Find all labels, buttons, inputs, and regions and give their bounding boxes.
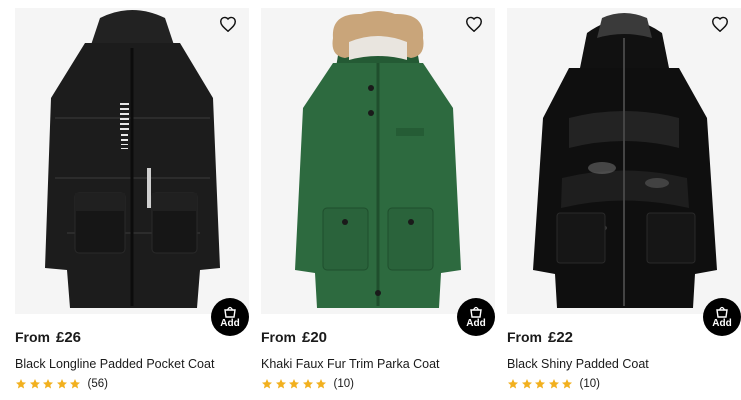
product-title[interactable]: Black Longline Padded Pocket Coat — [15, 357, 214, 371]
star-icon — [289, 379, 299, 389]
review-count[interactable]: (56) — [88, 378, 108, 390]
star-icon — [29, 379, 40, 389]
star-icon — [548, 379, 559, 389]
price-prefix: From — [15, 329, 50, 345]
shopping-bag-icon — [716, 306, 728, 318]
shopping-bag-icon — [470, 306, 482, 318]
price-prefix: From — [261, 329, 296, 345]
product-price: From £22 — [507, 329, 573, 346]
star-icon — [316, 379, 326, 389]
product-rating: (10) — [261, 378, 354, 390]
price-prefix: From — [507, 329, 542, 345]
price-amount: £26 — [56, 329, 82, 346]
add-to-bag-button[interactable]: Add — [457, 298, 495, 336]
product-rating: (10) — [507, 378, 600, 390]
product-title[interactable]: Black Shiny Padded Coat — [507, 357, 649, 371]
add-label: Add — [220, 318, 240, 329]
product-card[interactable]: Add From £22 Black Shiny Padded Coat (10) — [507, 8, 741, 400]
add-to-bag-button[interactable]: Add — [211, 298, 249, 336]
star-icon — [262, 379, 272, 389]
wishlist-heart-icon[interactable] — [711, 16, 733, 38]
star-icon — [70, 379, 80, 389]
add-label: Add — [712, 318, 732, 329]
star-icon — [521, 379, 532, 389]
star-rating — [507, 378, 575, 390]
product-grid: Add From £26 Black Longline Padded Pocket… — [0, 0, 741, 400]
star-icon — [275, 379, 286, 389]
price-amount: £22 — [548, 329, 574, 346]
product-title[interactable]: Khaki Faux Fur Trim Parka Coat — [261, 357, 440, 371]
review-count[interactable]: (10) — [334, 378, 354, 390]
price-amount: £20 — [302, 329, 328, 346]
star-icon — [302, 379, 313, 389]
product-image[interactable] — [261, 8, 495, 314]
product-card[interactable]: Add From £20 Khaki Faux Fur Trim Parka Co… — [261, 8, 495, 400]
product-price: From £26 — [15, 329, 81, 346]
star-icon — [16, 379, 26, 389]
wishlist-heart-icon[interactable] — [219, 16, 241, 38]
add-to-bag-button[interactable]: Add — [703, 298, 741, 336]
review-count[interactable]: (10) — [580, 378, 600, 390]
star-icon — [562, 379, 572, 389]
product-card[interactable]: Add From £26 Black Longline Padded Pocket… — [15, 8, 249, 400]
star-icon — [56, 379, 67, 389]
shopping-bag-icon — [224, 306, 236, 318]
wishlist-heart-icon[interactable] — [465, 16, 487, 38]
product-rating: (56) — [15, 378, 108, 390]
product-price: From £20 — [261, 329, 327, 346]
add-label: Add — [466, 318, 486, 329]
star-icon — [43, 379, 53, 389]
star-icon — [535, 379, 545, 389]
product-image[interactable] — [15, 8, 249, 314]
star-icon — [508, 379, 518, 389]
star-rating — [261, 378, 329, 390]
product-image[interactable] — [507, 8, 741, 314]
star-rating — [15, 378, 83, 390]
